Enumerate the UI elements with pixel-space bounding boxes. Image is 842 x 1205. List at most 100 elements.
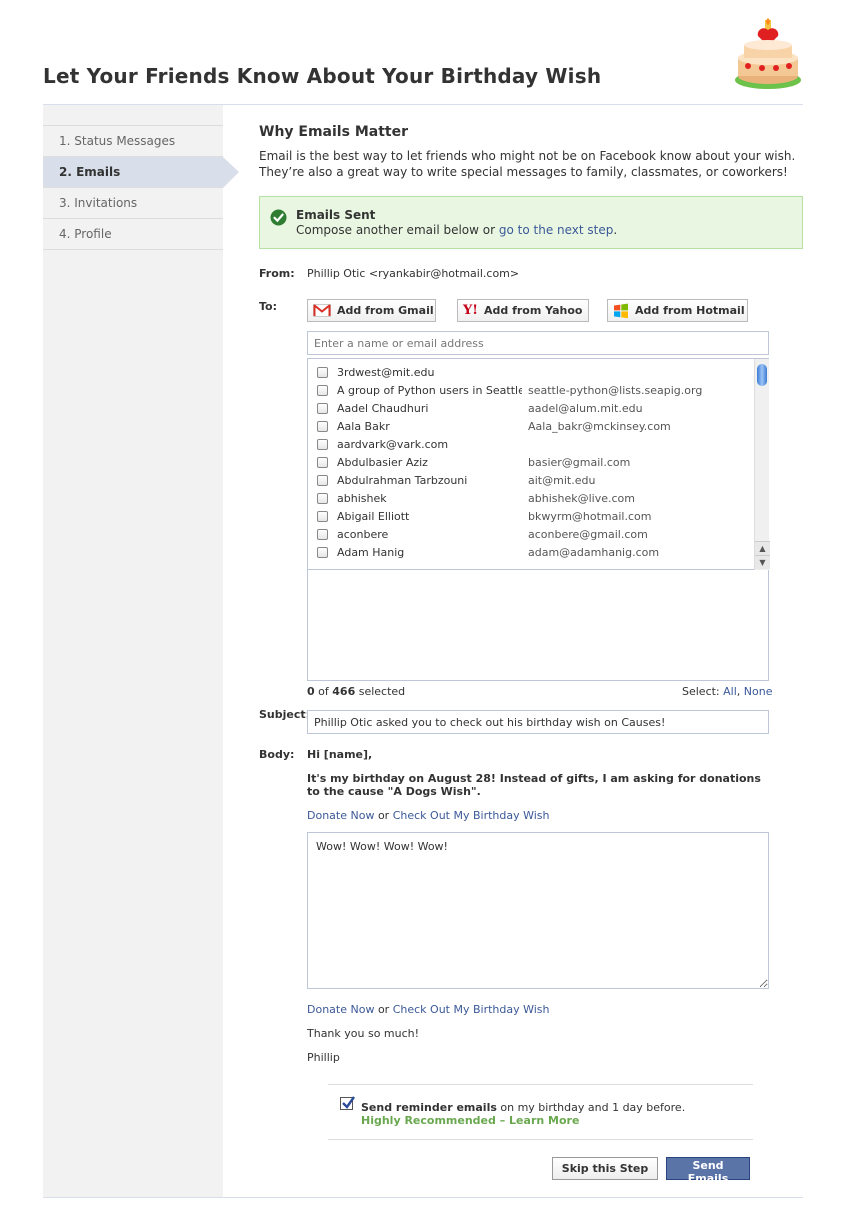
add-from-hotmail-label: Add from Hotmail xyxy=(635,304,745,317)
contact-email: Aala_bakr@mckinsey.com xyxy=(528,420,671,433)
contact-checkbox[interactable] xyxy=(317,421,328,432)
select-all-link[interactable]: All xyxy=(723,685,737,698)
reminder-label-rest: on my birthday and 1 day before. xyxy=(496,1101,686,1114)
success-text: Compose another email below or go to the… xyxy=(296,223,617,237)
contact-row[interactable]: aconbere aconbere@gmail.com xyxy=(308,526,754,544)
donate-now-link[interactable]: Donate Now xyxy=(307,809,374,822)
body-links-top: Donate Now or Check Out My Birthday Wish xyxy=(307,809,550,822)
recipient-search-input[interactable] xyxy=(307,331,769,355)
intro-line-2: They’re also a great way to write specia… xyxy=(259,165,788,179)
contact-checkbox[interactable] xyxy=(317,457,328,468)
contact-name: aconbere xyxy=(337,528,389,541)
footer-divider xyxy=(43,1197,803,1198)
sidebar-item-status-messages[interactable]: 1. Status Messages xyxy=(43,126,223,157)
contact-email: adam@adamhanig.com xyxy=(528,546,660,559)
send-emails-button[interactable]: Send Emails xyxy=(666,1157,750,1185)
donate-now-link[interactable]: Donate Now xyxy=(307,1003,374,1016)
body-greeting: Hi [name], xyxy=(307,748,373,761)
contact-name: Abdulrahman Tarbzouni xyxy=(337,474,468,487)
reminder-checkbox[interactable] xyxy=(340,1096,355,1110)
scrollbar-thumb[interactable] xyxy=(757,364,767,386)
contact-email: bkwyrm@hotmail.com xyxy=(528,510,652,523)
total-count: 466 xyxy=(332,685,356,698)
windows-icon xyxy=(614,303,628,318)
success-title: Emails Sent xyxy=(296,208,376,222)
contact-name: Aala Bakr xyxy=(337,420,390,433)
check-out-wish-link[interactable]: Check Out My Birthday Wish xyxy=(393,1003,550,1016)
reminder-label: Send reminder emails on my birthday and … xyxy=(361,1101,685,1114)
contact-email: aadel@alum.mit.edu xyxy=(528,402,643,415)
success-message: Emails Sent Compose another email below … xyxy=(259,196,803,249)
selection-count: 0 of 466 selected xyxy=(307,685,405,698)
add-from-yahoo-label: Add from Yahoo xyxy=(484,304,583,317)
contact-row[interactable]: aardvark@vark.com xyxy=(308,436,754,454)
contact-row[interactable]: A group of Python users in Seattle seattl… xyxy=(308,382,754,400)
check-out-wish-link[interactable]: Check Out My Birthday Wish xyxy=(393,809,550,822)
contact-checkbox[interactable] xyxy=(317,475,328,486)
contact-email: basier@gmail.com xyxy=(528,456,631,469)
contact-checkbox[interactable] xyxy=(317,529,328,540)
contact-name: A group of Python users in Seattle xyxy=(337,384,522,397)
sidebar-item-profile[interactable]: 4. Profile xyxy=(43,219,223,250)
contact-row[interactable]: Aala Bakr Aala_bakr@mckinsey.com xyxy=(308,418,754,436)
check-circle-icon xyxy=(270,209,287,226)
contact-row[interactable]: 3rdwest@mit.edu xyxy=(308,364,754,382)
or-text: or xyxy=(374,1003,393,1016)
subject-input[interactable] xyxy=(307,710,769,734)
add-from-gmail-button[interactable]: Add from Gmail xyxy=(307,299,436,322)
contact-checkbox[interactable] xyxy=(317,493,328,504)
contact-name: abhishek xyxy=(337,492,387,505)
sidebar-item-emails[interactable]: 2. Emails xyxy=(43,157,239,188)
contact-row[interactable]: Abdulrahman Tarbzouni ait@mit.edu xyxy=(308,472,754,490)
contact-checkbox[interactable] xyxy=(317,547,328,558)
skip-step-button[interactable]: Skip this Step xyxy=(552,1157,658,1180)
contact-list[interactable]: 3rdwest@mit.edu A group of Python users … xyxy=(308,359,754,570)
contact-checkbox[interactable] xyxy=(317,439,328,450)
reminder-bottom-divider xyxy=(328,1139,753,1140)
body-thanks: Thank you so much! xyxy=(307,1027,420,1040)
contact-row[interactable]: Aadel Chaudhuri aadel@alum.mit.edu xyxy=(308,400,754,418)
contact-name: Adam Hanig xyxy=(337,546,405,559)
contact-row[interactable]: Abdulbasier Aziz basier@gmail.com xyxy=(308,454,754,472)
contact-checkbox[interactable] xyxy=(317,403,328,414)
contact-checkbox[interactable] xyxy=(317,367,328,378)
add-from-hotmail-button[interactable]: Add from Hotmail xyxy=(607,299,748,322)
or-text: or xyxy=(374,809,393,822)
sidebar-item-invitations[interactable]: 3. Invitations xyxy=(43,188,223,219)
contact-checkbox[interactable] xyxy=(317,511,328,522)
to-label: To: xyxy=(259,300,277,313)
contact-list-scrollbar[interactable]: ▲ ▼ xyxy=(754,359,770,570)
checkmark-icon xyxy=(342,1096,355,1109)
contact-checkbox[interactable] xyxy=(317,385,328,396)
select-separator: , xyxy=(736,685,744,698)
contact-row[interactable]: Abigail Elliott bkwyrm@hotmail.com xyxy=(308,508,754,526)
contact-name: 3rdwest@mit.edu xyxy=(337,366,435,379)
page-title: Let Your Friends Know About Your Birthda… xyxy=(43,64,602,88)
add-from-yahoo-button[interactable]: Y! Add from Yahoo xyxy=(457,299,589,322)
contact-name: Abdulbasier Aziz xyxy=(337,456,428,469)
from-label: From: xyxy=(259,267,295,280)
learn-more-link[interactable]: Learn More xyxy=(509,1114,579,1127)
message-textarea[interactable]: Wow! Wow! Wow! Wow! xyxy=(307,832,769,989)
body-paragraph: It's my birthday on August 28! Instead o… xyxy=(307,772,761,798)
add-from-gmail-label: Add from Gmail xyxy=(337,304,434,317)
intro-line-1: Email is the best way to let friends who… xyxy=(259,149,796,163)
section-heading: Why Emails Matter xyxy=(259,124,408,140)
recommended-text: Highly Recommended – xyxy=(361,1114,510,1127)
birthday-cake-icon xyxy=(735,18,801,89)
yahoo-icon: Y! xyxy=(463,303,478,318)
contact-name: aardvark@vark.com xyxy=(337,438,449,451)
next-step-link[interactable]: go to the next step xyxy=(499,223,614,237)
scroll-up-arrow-icon[interactable]: ▲ xyxy=(755,541,770,555)
body-signature: Phillip xyxy=(307,1051,340,1064)
scroll-down-arrow-icon[interactable]: ▼ xyxy=(755,555,770,569)
reminder-recommendation: Highly Recommended – Learn More xyxy=(361,1114,579,1127)
selection-of: of xyxy=(314,685,333,698)
subject-label: Subject: xyxy=(259,708,311,721)
contact-row[interactable]: abhishek abhishek@live.com xyxy=(308,490,754,508)
contact-row[interactable]: Adam Hanig adam@adamhanig.com xyxy=(308,544,754,562)
contact-email: ait@mit.edu xyxy=(528,474,596,487)
contact-email: abhishek@live.com xyxy=(528,492,635,505)
step-list: 1. Status Messages 2. Emails 3. Invitati… xyxy=(43,125,239,250)
select-none-link[interactable]: None xyxy=(744,685,773,698)
